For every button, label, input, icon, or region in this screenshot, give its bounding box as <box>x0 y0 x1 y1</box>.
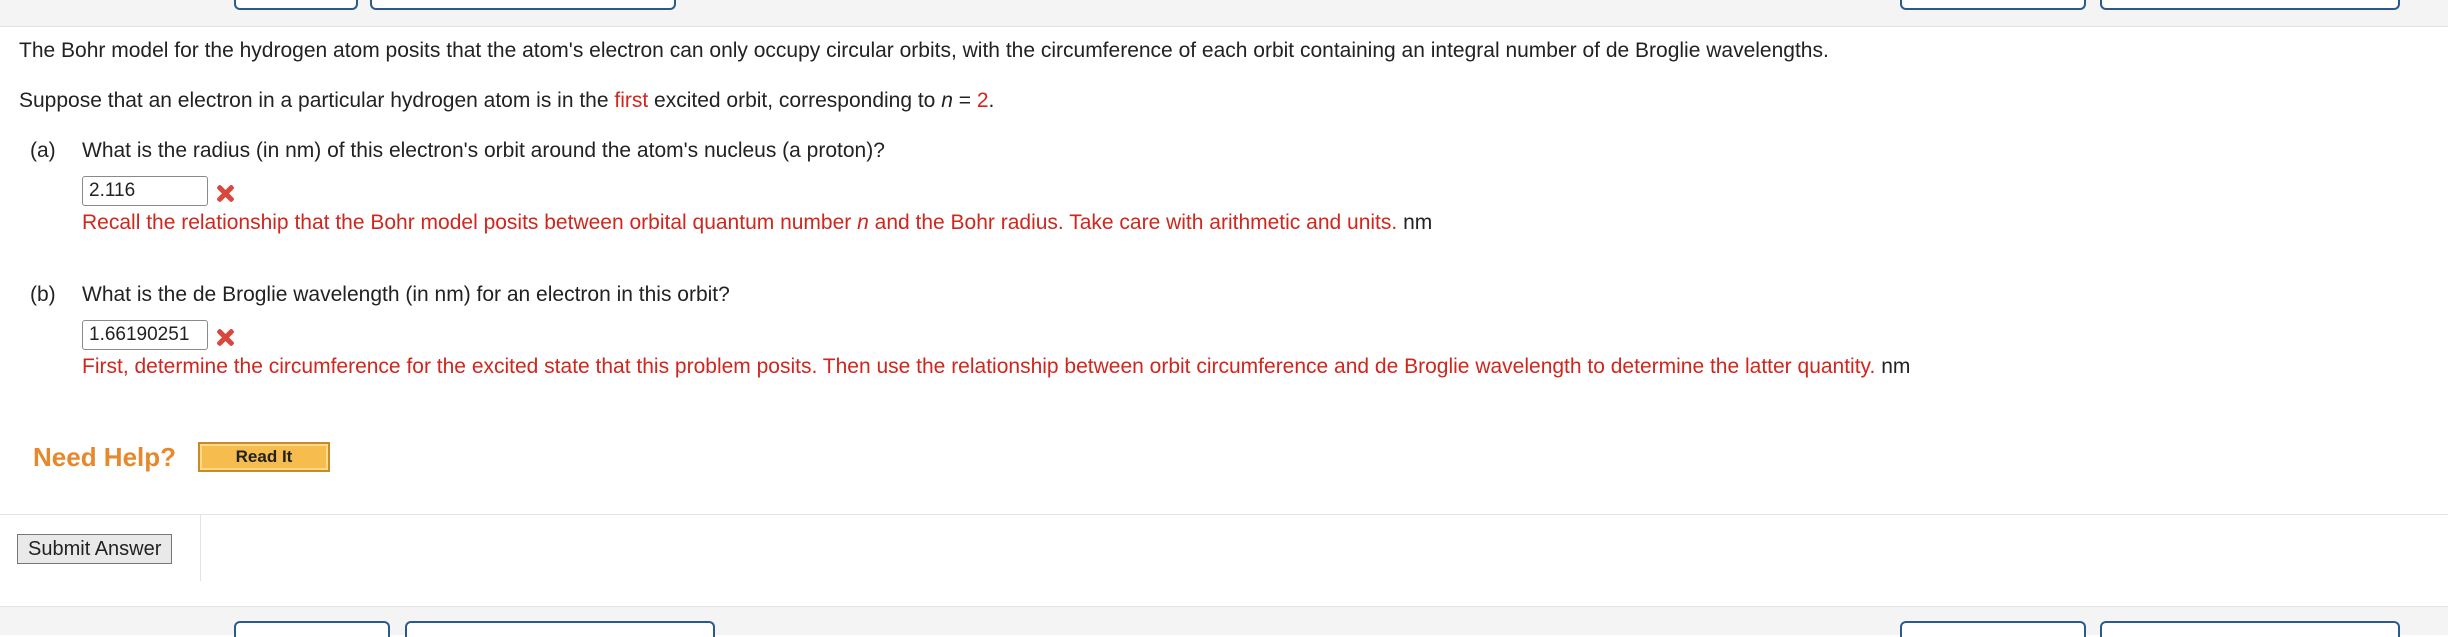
top-nav-bar <box>0 0 2448 27</box>
part-a-feedback-after: and the Bohr radius. Take care with arit… <box>868 211 1398 234</box>
suppose-middle: excited orbit, corresponding to <box>648 89 942 112</box>
suppose-equals: = <box>952 89 977 112</box>
submit-answer-button[interactable]: Submit Answer <box>17 534 173 564</box>
suppose-var: n <box>941 89 953 112</box>
suppose-end: . <box>988 89 995 112</box>
divider <box>200 514 2448 515</box>
bottom-nav-button-3[interactable] <box>1900 621 2086 637</box>
intro-text: The Bohr model for the hydrogen atom pos… <box>19 39 1829 62</box>
part-b-unit: nm <box>1881 355 1911 378</box>
part-a-feedback: Recall the relationship that the Bohr mo… <box>82 210 1432 236</box>
bottom-nav-button-4[interactable] <box>2100 621 2400 637</box>
part-b-incorrect-icon <box>214 326 236 348</box>
part-b-label: (b) <box>30 283 56 306</box>
suppose-before: Suppose that an electron in a particular… <box>19 89 615 112</box>
suppose-highlight: first <box>614 89 649 112</box>
part-a-feedback-before: Recall the relationship that the Bohr mo… <box>82 211 858 234</box>
top-nav-button-2[interactable] <box>370 0 676 10</box>
read-it-button[interactable]: Read It <box>198 442 330 472</box>
bottom-nav-button-1[interactable] <box>234 621 390 637</box>
part-b-answer-input[interactable] <box>82 320 208 350</box>
part-a-answer-input[interactable] <box>82 176 208 206</box>
bottom-nav-bar <box>0 606 2448 637</box>
part-a-feedback-var: n <box>857 211 869 234</box>
top-nav-button-1[interactable] <box>234 0 358 10</box>
suppose-text: Suppose that an electron in a particular… <box>19 88 994 114</box>
part-a-question: What is the radius (in nm) of this elect… <box>82 139 885 162</box>
part-b-feedback: First, determine the circumference for t… <box>82 354 1910 380</box>
top-nav-button-4[interactable] <box>2100 0 2400 10</box>
part-a-unit: nm <box>1403 211 1433 234</box>
part-a-incorrect-icon <box>214 182 236 204</box>
part-b-question: What is the de Broglie wavelength (in nm… <box>82 283 730 306</box>
part-a-label: (a) <box>30 139 56 162</box>
part-b-feedback-text: First, determine the circumference for t… <box>82 355 1876 378</box>
suppose-value: 2 <box>976 89 989 112</box>
need-help-label: Need Help? <box>33 442 177 472</box>
top-nav-button-3[interactable] <box>1900 0 2086 10</box>
bottom-nav-button-2[interactable] <box>405 621 715 637</box>
